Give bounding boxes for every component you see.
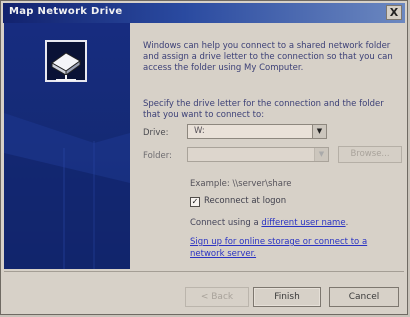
- close-icon: X: [389, 6, 399, 19]
- wizard-side-panel: [4, 23, 130, 269]
- finish-button[interactable]: Finish: [253, 287, 321, 307]
- instruction-text: Specify the drive letter for the connect…: [143, 99, 384, 120]
- map-network-drive-window: Map Network Drive X Windows can help you…: [0, 0, 408, 315]
- folder-label: Folder:: [143, 151, 172, 161]
- reconnect-label[interactable]: Reconnect at logon: [204, 196, 286, 206]
- cancel-button[interactable]: Cancel: [329, 287, 399, 307]
- decorative-panel-graphic: [4, 113, 130, 269]
- chevron-down-icon[interactable]: ▼: [314, 148, 328, 161]
- close-button[interactable]: X: [386, 5, 402, 20]
- window-title: Map Network Drive: [9, 6, 123, 17]
- title-bar[interactable]: Map Network Drive X: [3, 3, 405, 23]
- back-button[interactable]: < Back: [185, 287, 249, 307]
- connect-using-text: Connect using a different user name.: [190, 218, 348, 228]
- browse-button[interactable]: Browse...: [338, 146, 402, 163]
- online-storage-link[interactable]: Sign up for online storage or connect to…: [190, 236, 390, 260]
- chevron-down-icon[interactable]: ▼: [312, 125, 326, 138]
- drive-select[interactable]: W: ▼: [187, 124, 327, 139]
- different-user-link[interactable]: different user name: [261, 218, 345, 228]
- footer-divider: [4, 271, 404, 272]
- drive-label: Drive:: [143, 128, 169, 138]
- folder-select[interactable]: ▼: [187, 147, 329, 162]
- reconnect-checkbox[interactable]: ✓: [190, 197, 200, 207]
- network-drive-icon: [45, 40, 87, 82]
- drive-value: W:: [194, 126, 205, 136]
- connect-suffix: .: [345, 218, 349, 228]
- connect-prefix: Connect using a: [190, 218, 262, 228]
- intro-text: Windows can help you connect to a shared…: [143, 41, 393, 73]
- example-text: Example: \\server\share: [190, 179, 292, 189]
